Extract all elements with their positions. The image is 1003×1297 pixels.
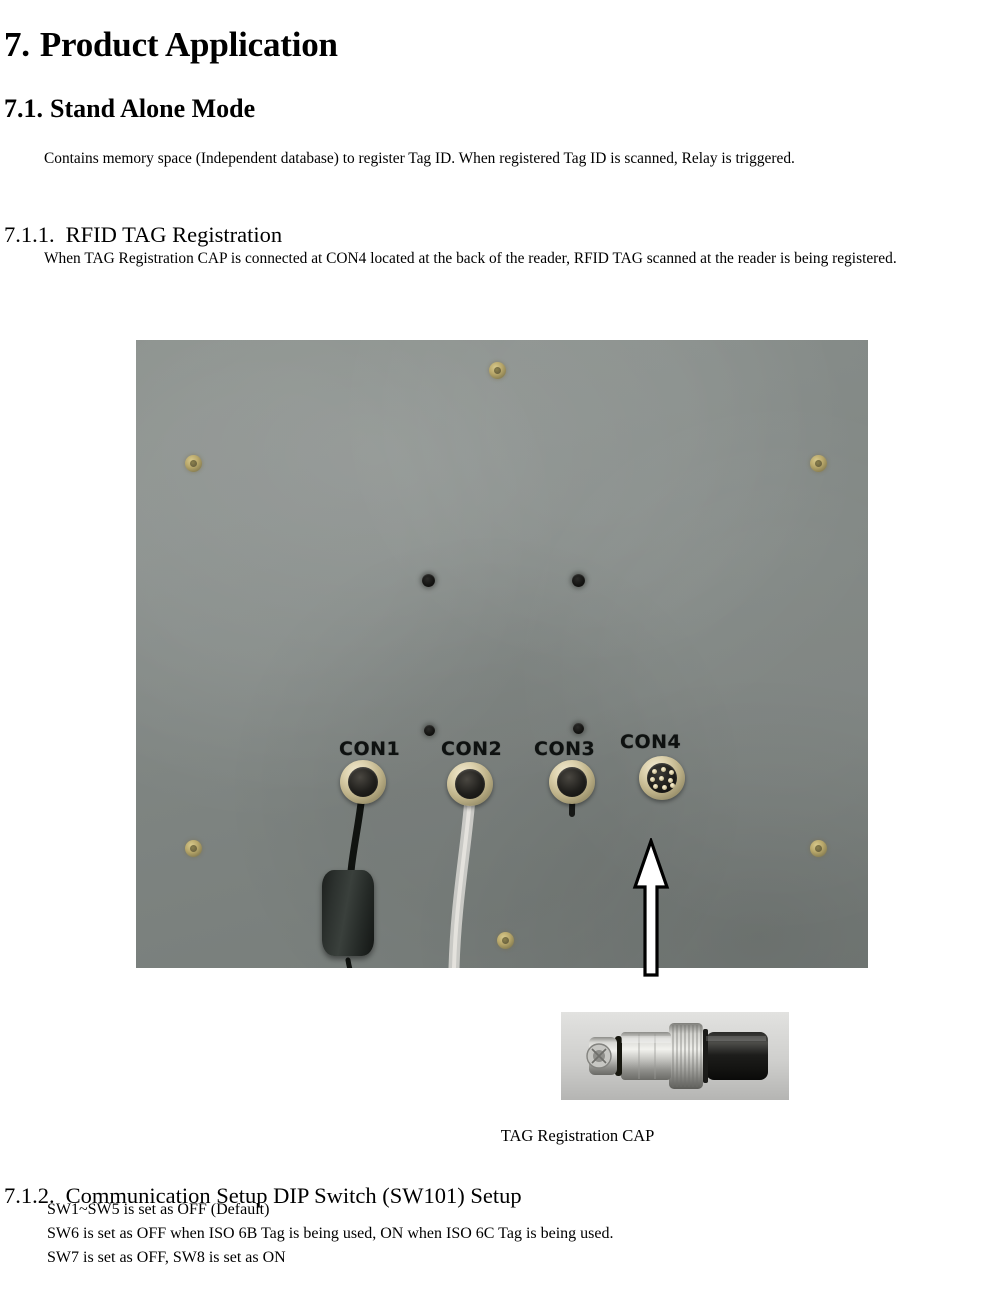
section-7-1-title: Stand Alone Mode xyxy=(50,93,256,123)
figure-caption-text: TAG Registration CAP xyxy=(500,1126,655,1145)
figure-caption-tag-registration-cap: TAG Registration CAP xyxy=(0,1126,1003,1146)
panel-cables xyxy=(345,789,576,968)
paragraph-rfid-tag-registration: When TAG Registration CAP is connected a… xyxy=(44,250,897,268)
page-title-section-7: 7. Product Application xyxy=(4,25,338,65)
section-7-number: 7. xyxy=(4,25,30,65)
dip-switch-line-3: SW7 is set as OFF, SW8 is set as ON xyxy=(47,1249,286,1266)
section-7-title: Product Application xyxy=(39,25,338,65)
figure-arrow-to-con4 xyxy=(620,836,684,978)
figure-reader-back-photo: CON1 CON2 CON3 CON4 xyxy=(136,340,868,968)
cable-ferrite-block xyxy=(322,870,374,956)
connector-socket-con3 xyxy=(549,760,595,804)
connector-socket-con3-bore xyxy=(557,767,587,797)
con4-pin xyxy=(650,777,655,782)
paragraph-stand-alone-mode: Contains memory space (Independent datab… xyxy=(44,150,795,168)
heading-section-7-1: 7.1. Stand Alone Mode xyxy=(4,94,255,124)
dip-switch-line-1: SW1~SW5 is set as OFF (Default) xyxy=(47,1201,270,1218)
connector-socket-con4-bore xyxy=(647,763,677,793)
connector-socket-con1 xyxy=(340,760,386,804)
con4-pin xyxy=(662,785,667,790)
connector-socket-con4 xyxy=(639,756,685,800)
con4-pin xyxy=(661,767,666,772)
con4-pin xyxy=(652,769,657,774)
con4-pin xyxy=(669,770,674,775)
dip-switch-setting-list: SW1~SW5 is set as OFF (Default) SW6 is s… xyxy=(47,1198,613,1270)
up-arrow-icon xyxy=(632,836,670,977)
dip-switch-line-2: SW6 is set as OFF when ISO 6B Tag is bei… xyxy=(47,1225,614,1242)
connector-socket-con2 xyxy=(447,762,493,806)
con4-pin xyxy=(659,776,664,781)
document-page: 7. Product Application 7.1. Stand Alone Mo… xyxy=(0,0,1003,1297)
con4-pin xyxy=(653,784,658,789)
section-7-1-number: 7.1. xyxy=(4,93,43,123)
con4-pin xyxy=(670,783,675,788)
connector-socket-con1-bore xyxy=(348,767,378,797)
connector-socket-con2-bore xyxy=(455,769,485,799)
cap-connector-illustration xyxy=(561,1012,789,1100)
figure-tag-registration-cap-photo xyxy=(561,1012,789,1100)
